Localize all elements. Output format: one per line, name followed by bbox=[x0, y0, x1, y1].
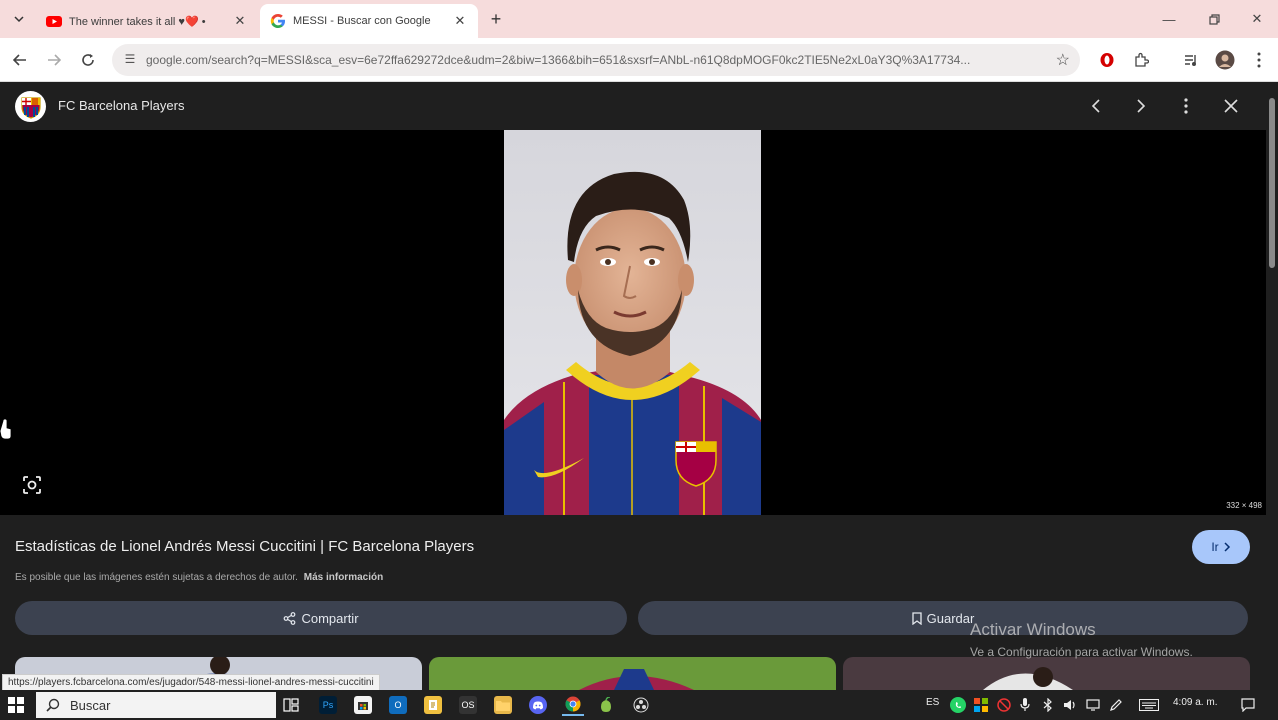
obs-icon[interactable] bbox=[632, 696, 650, 714]
profile-avatar[interactable] bbox=[1214, 49, 1236, 71]
windows-activation-watermark: Activar Windows Ve a Configuración para … bbox=[970, 620, 1193, 659]
chevron-right-icon bbox=[1224, 542, 1230, 552]
minimize-icon[interactable]: — bbox=[1158, 8, 1180, 30]
related-image-thumbnail[interactable] bbox=[429, 657, 836, 690]
related-image-thumbnail[interactable] bbox=[843, 657, 1250, 690]
windows-start-icon[interactable] bbox=[8, 697, 24, 713]
site-settings-icon[interactable]: ☰ bbox=[122, 52, 138, 68]
result-title[interactable]: Estadísticas de Lionel Andrés Messi Cucc… bbox=[15, 538, 474, 555]
youtube-icon bbox=[46, 16, 62, 27]
lens-search-icon[interactable] bbox=[20, 473, 44, 497]
more-options-icon[interactable] bbox=[1174, 94, 1198, 118]
chevron-down-icon bbox=[14, 16, 24, 23]
next-image-icon[interactable] bbox=[1129, 94, 1153, 118]
status-bar-url: https://players.fcbarcelona.com/es/jugad… bbox=[2, 674, 380, 691]
photoshop-icon[interactable]: Ps bbox=[319, 696, 337, 714]
forward-icon[interactable] bbox=[42, 48, 66, 72]
image-source-name[interactable]: FC Barcelona Players bbox=[58, 98, 184, 113]
tab-youtube[interactable]: The winner takes it all ♥❤️ • ✕ bbox=[36, 4, 258, 38]
keyboard-icon[interactable] bbox=[1138, 697, 1160, 713]
taskbar-search[interactable]: Buscar bbox=[36, 692, 276, 718]
tab-strip: The winner takes it all ♥❤️ • ✕ MESSI - … bbox=[0, 0, 1278, 38]
store-icon[interactable] bbox=[354, 696, 372, 714]
network-icon[interactable] bbox=[1085, 697, 1101, 713]
language-indicator[interactable]: ES bbox=[926, 697, 939, 708]
file-explorer-icon[interactable] bbox=[494, 696, 512, 714]
fruity-app-icon[interactable] bbox=[597, 696, 615, 714]
image-viewer-header: FC Barcelona Players bbox=[0, 82, 1266, 130]
restore-icon[interactable] bbox=[1203, 8, 1225, 30]
watermark-title: Activar Windows bbox=[970, 620, 1096, 639]
close-viewer-icon[interactable] bbox=[1219, 94, 1243, 118]
copyright-notice: Es posible que las imágenes estén sujeta… bbox=[15, 572, 383, 583]
os-app-icon[interactable]: OS bbox=[459, 696, 477, 714]
url-text: google.com/search?q=MESSI&sca_esv=6e72ff… bbox=[146, 53, 971, 67]
taskbar-search-placeholder: Buscar bbox=[70, 697, 111, 713]
browser-toolbar: ☰ google.com/search?q=MESSI&sca_esv=6e72… bbox=[0, 38, 1278, 82]
hand-cursor-icon bbox=[0, 418, 12, 440]
notes-icon[interactable] bbox=[424, 696, 442, 714]
tab-google-search[interactable]: MESSI - Buscar con Google ✕ bbox=[260, 4, 478, 38]
notifications-icon[interactable] bbox=[1240, 697, 1256, 713]
tab-search-button[interactable] bbox=[8, 8, 30, 30]
copyright-text: Es posible que las imágenes estén sujeta… bbox=[15, 572, 298, 583]
scrollbar-thumb[interactable] bbox=[1269, 98, 1275, 268]
tray-app-icon[interactable] bbox=[973, 697, 989, 713]
watermark-subtitle: Ve a Configuración para activar Windows. bbox=[970, 645, 1193, 659]
share-icon bbox=[284, 611, 296, 625]
chrome-taskbar-icon[interactable] bbox=[562, 694, 584, 716]
microphone-icon[interactable] bbox=[1018, 697, 1032, 713]
save-label: Guardar bbox=[926, 610, 975, 626]
volume-icon[interactable] bbox=[1062, 697, 1078, 713]
tab-title: MESSI - Buscar con Google bbox=[293, 15, 431, 27]
search-icon bbox=[46, 698, 60, 712]
back-icon[interactable] bbox=[8, 48, 32, 72]
share-button[interactable]: Compartir bbox=[15, 601, 627, 635]
share-label: Compartir bbox=[301, 610, 359, 626]
image-dimensions: 332 × 498 bbox=[1226, 501, 1262, 510]
page-scrollbar[interactable] bbox=[1266, 82, 1278, 690]
new-tab-button[interactable]: + bbox=[486, 9, 506, 29]
image-stage: 332 × 498 bbox=[0, 130, 1266, 515]
opera-extension-icon[interactable] bbox=[1096, 49, 1118, 71]
close-tab-icon[interactable]: ✕ bbox=[452, 13, 468, 29]
outlook-icon[interactable]: O bbox=[389, 696, 407, 714]
visit-button[interactable]: Ir bbox=[1192, 530, 1250, 564]
task-view-icon[interactable] bbox=[282, 696, 300, 714]
windows-taskbar: Buscar Ps O OS ES 4:09 a. m. bbox=[0, 690, 1278, 720]
image-info-panel: Estadísticas de Lionel Andrés Messi Cucc… bbox=[0, 515, 1266, 690]
visit-button-label: Ir bbox=[1211, 540, 1219, 554]
more-info-link[interactable]: Más información bbox=[304, 572, 383, 583]
main-image[interactable] bbox=[504, 130, 761, 515]
fc-barcelona-logo[interactable] bbox=[15, 91, 46, 122]
close-tab-icon[interactable]: ✕ bbox=[232, 13, 248, 29]
extensions-icon[interactable] bbox=[1130, 49, 1152, 71]
bookmark-star-icon[interactable]: ☆ bbox=[1056, 50, 1070, 70]
tab-title: The winner takes it all ♥❤️ • bbox=[69, 15, 206, 28]
pen-icon[interactable] bbox=[1108, 697, 1124, 713]
address-bar[interactable]: ☰ google.com/search?q=MESSI&sca_esv=6e72… bbox=[112, 44, 1080, 76]
reload-icon[interactable] bbox=[76, 48, 100, 72]
discord-icon[interactable] bbox=[529, 696, 547, 714]
google-icon bbox=[270, 14, 285, 28]
previous-image-icon[interactable] bbox=[1084, 94, 1108, 118]
security-tray-icon[interactable] bbox=[996, 697, 1012, 713]
bluetooth-icon[interactable] bbox=[1040, 697, 1056, 713]
bookmark-icon bbox=[911, 611, 922, 625]
whatsapp-icon[interactable] bbox=[950, 697, 966, 713]
close-window-icon[interactable]: ✕ bbox=[1246, 8, 1268, 30]
media-control-icon[interactable] bbox=[1180, 49, 1202, 71]
menu-dots-icon[interactable] bbox=[1248, 49, 1270, 71]
clock-time[interactable]: 4:09 a. m. bbox=[1173, 697, 1217, 708]
